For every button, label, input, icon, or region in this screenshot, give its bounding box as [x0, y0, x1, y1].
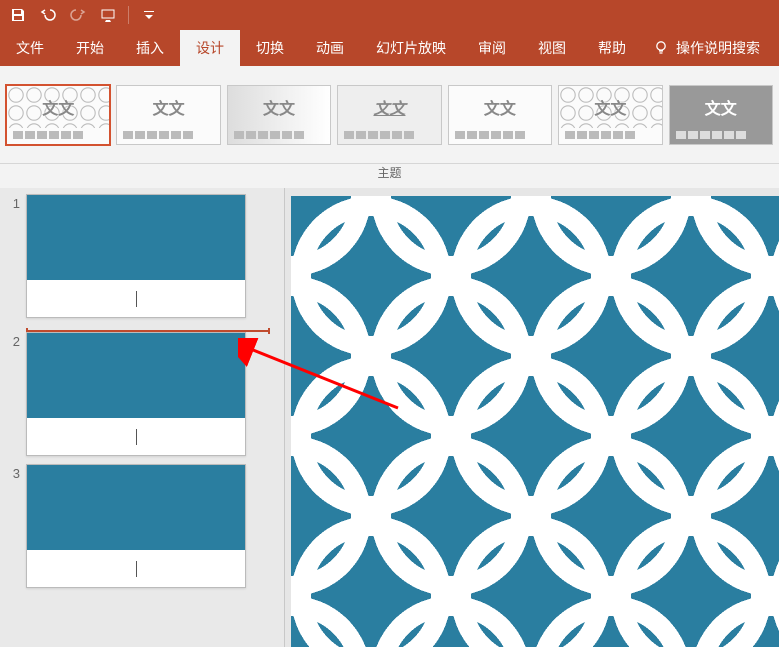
text-cursor-icon: [136, 291, 137, 307]
customize-qat-button[interactable]: [135, 2, 163, 28]
theme-thumb-3[interactable]: 文文: [227, 85, 331, 145]
tell-me-search[interactable]: 操作说明搜索: [642, 30, 770, 66]
text-cursor-icon: [136, 429, 137, 445]
tab-transitions[interactable]: 切换: [240, 30, 300, 66]
theme-colors: [117, 128, 219, 144]
theme-colors: [338, 128, 440, 144]
lightbulb-icon: [652, 39, 670, 57]
slide-thumbnail-item[interactable]: 3: [4, 464, 280, 588]
text-cursor-icon: [136, 561, 137, 577]
ribbon-tabs: 文件 开始 插入 设计 切换 动画 幻灯片放映 审阅 视图 帮助 操作说明搜索: [0, 30, 779, 66]
slide-thumbnail-item[interactable]: 1: [4, 194, 280, 318]
theme-preview: 文文: [670, 86, 772, 128]
theme-preview: 文文: [338, 86, 440, 128]
tab-file[interactable]: 文件: [0, 30, 60, 66]
slide-number: 2: [4, 332, 20, 456]
tab-design[interactable]: 设计: [180, 30, 240, 66]
theme-preview: 文文: [7, 86, 109, 128]
theme-preview: 文文: [228, 86, 330, 128]
main-area: 1 2 3: [0, 188, 779, 647]
theme-colors: [228, 128, 330, 144]
theme-colors: [670, 128, 772, 144]
theme-thumb-5[interactable]: 文文: [448, 85, 552, 145]
undo-button[interactable]: [34, 2, 62, 28]
tell-me-label: 操作说明搜索: [676, 38, 760, 58]
slide-pattern: [27, 465, 245, 550]
slide-thumbnail[interactable]: [26, 194, 246, 318]
chevron-down-icon: [141, 7, 157, 23]
redo-button[interactable]: [64, 2, 92, 28]
tab-home[interactable]: 开始: [60, 30, 120, 66]
slide-body: [27, 280, 245, 317]
theme-colors: [449, 128, 551, 144]
separator: [128, 6, 129, 24]
slide-thumbnail-panel[interactable]: 1 2 3: [0, 188, 285, 647]
tab-review[interactable]: 审阅: [462, 30, 522, 66]
quick-access-toolbar: [0, 0, 779, 30]
start-slideshow-button[interactable]: [94, 2, 122, 28]
tab-insert[interactable]: 插入: [120, 30, 180, 66]
theme-preview: 文文: [449, 86, 551, 128]
slide-thumbnail[interactable]: [26, 464, 246, 588]
slide-thumbnail-item[interactable]: 2: [4, 332, 280, 456]
theme-colors: [7, 128, 109, 144]
theme-thumb-1[interactable]: 文文: [6, 85, 110, 145]
tab-view[interactable]: 视图: [522, 30, 582, 66]
slideshow-icon: [100, 7, 116, 23]
undo-icon: [40, 7, 56, 23]
theme-colors: [559, 128, 661, 144]
theme-thumb-2[interactable]: 文文: [116, 85, 220, 145]
slide-pattern: [27, 195, 245, 280]
current-slide[interactable]: [291, 196, 779, 647]
save-icon: [10, 7, 26, 23]
tab-help[interactable]: 帮助: [582, 30, 642, 66]
slide-body: [27, 550, 245, 587]
slide-pattern: [27, 333, 245, 418]
theme-thumb-4[interactable]: 文文: [337, 85, 441, 145]
tab-animations[interactable]: 动画: [300, 30, 360, 66]
theme-thumb-6[interactable]: 文文: [558, 85, 662, 145]
slide-editor[interactable]: [285, 188, 779, 647]
slide-number: 1: [4, 194, 20, 318]
slide-body: [27, 418, 245, 455]
themes-group-label: 主题: [0, 164, 779, 188]
slide-thumbnail[interactable]: [26, 332, 246, 456]
slide-number: 3: [4, 464, 20, 588]
themes-gallery: 文文 文文 文文 文文 文文 文文 文文: [0, 66, 779, 164]
save-button[interactable]: [4, 2, 32, 28]
redo-icon: [70, 7, 86, 23]
theme-preview: 文文: [559, 86, 661, 128]
theme-preview: 文文: [117, 86, 219, 128]
theme-thumb-7[interactable]: 文文: [669, 85, 773, 145]
tab-slideshow[interactable]: 幻灯片放映: [360, 30, 462, 66]
